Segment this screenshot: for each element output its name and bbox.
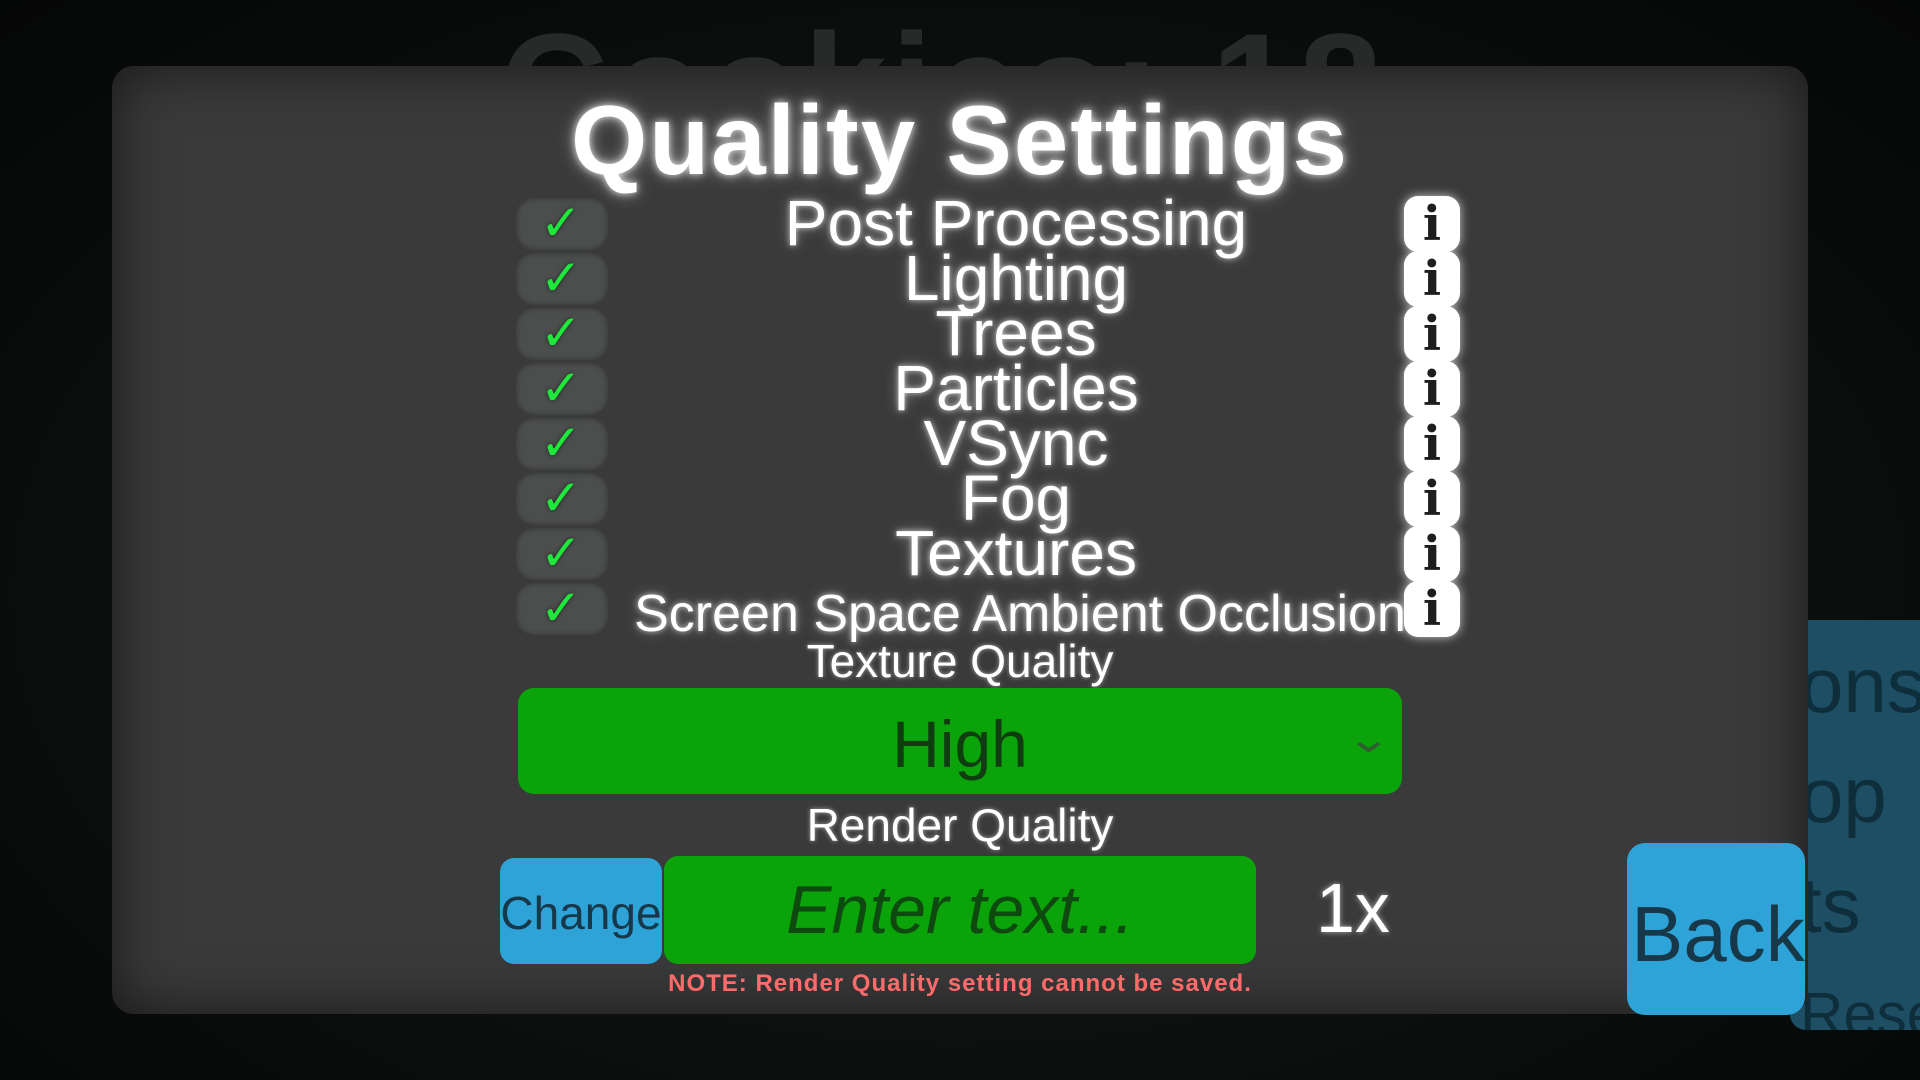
setting-label: Textures <box>895 517 1137 589</box>
change-button-label: Change <box>500 887 662 939</box>
chevron-down-icon: ⌄ <box>1345 716 1393 762</box>
trees-info-button[interactable]: i <box>1404 306 1460 362</box>
info-icon: i <box>1422 471 1442 527</box>
texture-quality-value: High <box>892 707 1028 781</box>
ssao-info-button[interactable]: i <box>1404 581 1460 637</box>
textures-info-button[interactable]: i <box>1404 526 1460 582</box>
render-multiplier: 1x <box>1316 869 1390 947</box>
back-button[interactable]: Back <box>1627 843 1805 1015</box>
vsync-info-button[interactable]: i <box>1404 416 1460 472</box>
info-icon: i <box>1422 526 1442 582</box>
back-button-label: Back <box>1631 890 1805 978</box>
lighting-info-button[interactable]: i <box>1404 251 1460 307</box>
texture-quality-label: Texture Quality <box>806 635 1114 687</box>
render-quality-input[interactable] <box>664 856 1256 964</box>
change-button[interactable]: Change <box>500 858 662 964</box>
info-icon: i <box>1422 306 1442 362</box>
info-icon: i <box>1422 361 1442 417</box>
render-quality-label: Render Quality <box>806 799 1114 851</box>
info-icon: i <box>1422 581 1442 637</box>
post-processing-info-button[interactable]: i <box>1404 196 1460 252</box>
fog-info-button[interactable]: i <box>1404 471 1460 527</box>
particles-info-button[interactable]: i <box>1404 361 1460 417</box>
info-icon: i <box>1422 251 1442 307</box>
info-icon: i <box>1422 196 1442 252</box>
game-screen: Cookies: 18 ons op ts Researc Quality Se… <box>0 0 1920 1080</box>
texture-quality-dropdown[interactable]: High ⌄ <box>518 688 1402 794</box>
info-icon: i <box>1422 416 1442 472</box>
setting-row-ssao: ✓ Screen Space Ambient Occlusion i <box>516 579 1462 643</box>
setting-row-textures: ✓ Textures i <box>516 520 1462 586</box>
page-title: Quality Settings <box>570 85 1349 195</box>
